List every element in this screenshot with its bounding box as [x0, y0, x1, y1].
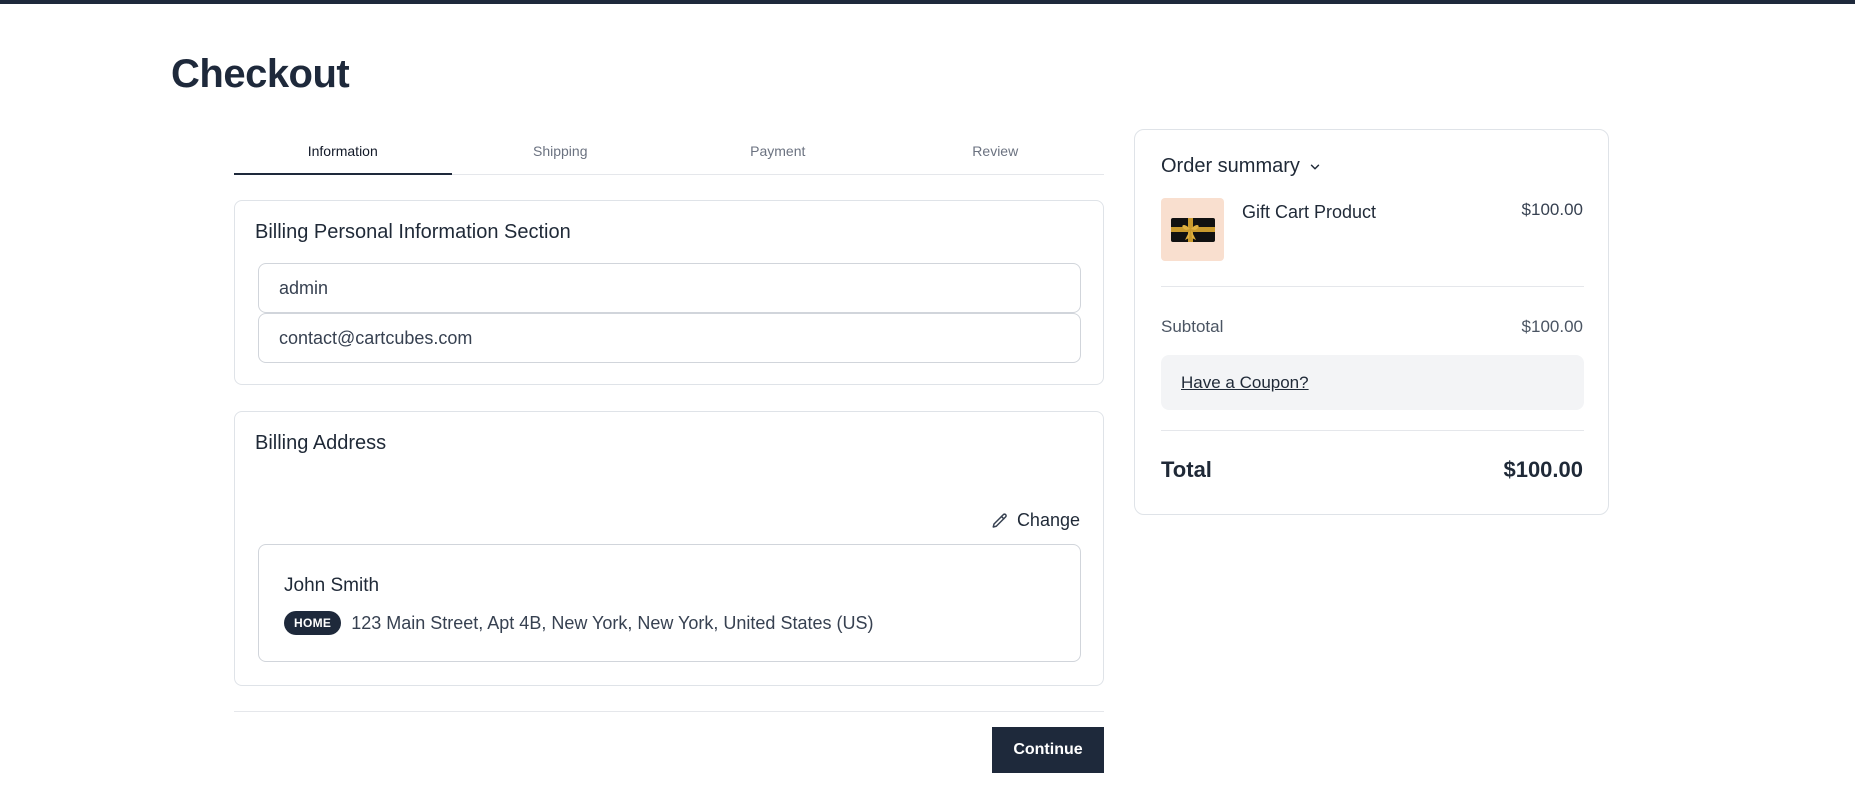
product-name: Gift Cart Product [1242, 202, 1377, 222]
change-label: Change [1016, 510, 1080, 530]
address-type-badge: HOME [284, 611, 342, 635]
tab-review[interactable]: Review [887, 132, 1105, 174]
top-bar [0, 0, 1855, 4]
continue-button[interactable]: Continue [992, 727, 1104, 773]
product-price: $100.00 [1521, 200, 1583, 219]
gift-card-icon [1170, 217, 1215, 242]
product-thumbnail [1161, 198, 1224, 261]
subtotal-value: $100.00 [1521, 317, 1583, 336]
summary-divider [1161, 286, 1584, 287]
page-title: Checkout [171, 52, 350, 96]
address-text: 123 Main Street, Apt 4B, New York, New Y… [351, 612, 874, 633]
name-input[interactable] [258, 263, 1081, 313]
address-name: John Smith [284, 575, 380, 596]
billing-personal-info-card: Billing Personal Information Section [234, 200, 1104, 385]
tab-information[interactable]: Information [234, 132, 452, 175]
actions-divider [234, 711, 1104, 712]
tab-shipping[interactable]: Shipping [452, 132, 670, 174]
total-label: Total [1161, 457, 1212, 482]
checkout-steps: Information Shipping Payment Review [234, 132, 1104, 175]
personal-info-title: Billing Personal Information Section [255, 221, 571, 243]
address-entry[interactable]: John Smith HOME 123 Main Street, Apt 4B,… [258, 544, 1081, 662]
have-coupon-link[interactable]: Have a Coupon? [1181, 373, 1309, 393]
subtotal-label: Subtotal [1161, 317, 1224, 336]
billing-address-card: Billing Address Change John Smith HOME 1… [234, 411, 1104, 686]
order-summary-title: Order summary [1161, 155, 1300, 177]
summary-divider [1161, 430, 1584, 431]
coupon-box: Have a Coupon? [1161, 355, 1584, 410]
tab-payment[interactable]: Payment [669, 132, 887, 174]
order-summary-toggle[interactable]: Order summary [1161, 155, 1322, 178]
change-address-button[interactable]: Change [991, 510, 1080, 531]
email-input[interactable] [258, 313, 1081, 363]
total-value: $100.00 [1503, 457, 1583, 482]
pencil-icon [992, 512, 1007, 528]
billing-address-title: Billing Address [255, 432, 387, 454]
chevron-down-icon [1310, 164, 1320, 169]
address-line: HOME 123 Main Street, Apt 4B, New York, … [284, 611, 873, 635]
order-summary-card: Order summary Gift Cart Product $100.00 … [1134, 129, 1609, 515]
